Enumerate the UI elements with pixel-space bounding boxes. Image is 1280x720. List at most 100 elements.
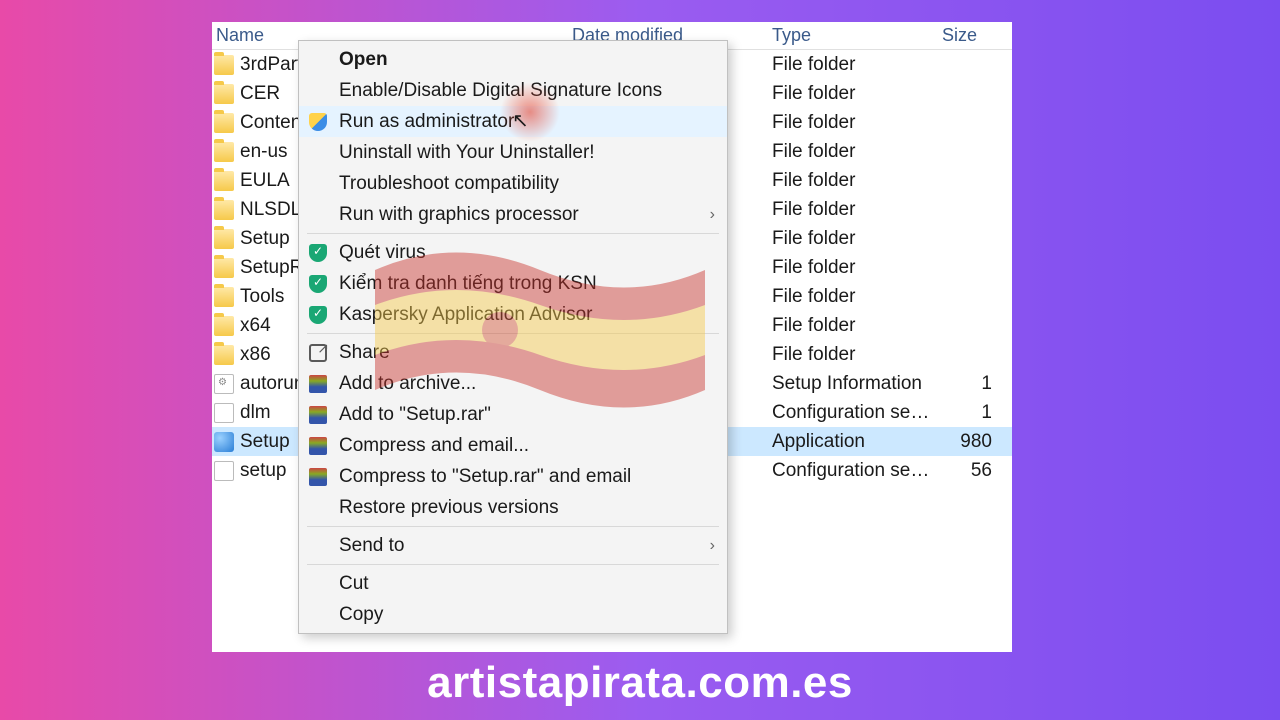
- share-icon: [309, 344, 327, 362]
- type-cell: File folder: [772, 311, 932, 340]
- menu-separator: [307, 564, 719, 565]
- kaspersky-shield-icon: [309, 275, 327, 293]
- menu-troubleshoot-compatibility[interactable]: Troubleshoot compatibility: [299, 168, 727, 199]
- menu-add-archive[interactable]: Add to archive...: [299, 368, 727, 399]
- chevron-right-icon: ›: [710, 206, 715, 224]
- folder-icon: [214, 142, 234, 162]
- file-name: x86: [240, 344, 271, 366]
- menu-run-graphics-processor[interactable]: Run with graphics processor ›: [299, 199, 727, 230]
- folder-icon: [214, 258, 234, 278]
- menu-label: Uninstall with Your Uninstaller!: [339, 142, 715, 164]
- chevron-right-icon: ›: [710, 537, 715, 555]
- file-name: dlm: [240, 402, 271, 424]
- menu-quet-virus[interactable]: Quét virus: [299, 237, 727, 268]
- type-cell: File folder: [772, 79, 932, 108]
- menu-label: Compress and email...: [339, 435, 715, 457]
- type-cell: File folder: [772, 224, 932, 253]
- file-name: CER: [240, 83, 280, 105]
- file-name: EULA: [240, 170, 290, 192]
- file-name: setup: [240, 460, 286, 482]
- menu-compress-email[interactable]: Compress and email...: [299, 430, 727, 461]
- type-cell: Setup Information: [772, 369, 932, 398]
- inf-file-icon: [214, 374, 234, 394]
- menu-label: Run with graphics processor: [339, 204, 700, 226]
- size-cell: 1: [932, 398, 992, 427]
- winrar-icon: [309, 468, 327, 486]
- menu-label: Send to: [339, 535, 700, 557]
- menu-label: Kaspersky Application Advisor: [339, 304, 715, 326]
- menu-send-to[interactable]: Send to ›: [299, 530, 727, 561]
- type-cell: File folder: [772, 282, 932, 311]
- menu-cut[interactable]: Cut: [299, 568, 727, 599]
- folder-icon: [214, 229, 234, 249]
- file-name: autorun: [240, 373, 304, 395]
- file-name: NLSDL: [240, 199, 301, 221]
- column-name-label: Name: [216, 25, 264, 45]
- type-cell: File folder: [772, 137, 932, 166]
- type-cell: File folder: [772, 50, 932, 79]
- menu-add-setup-rar[interactable]: Add to "Setup.rar": [299, 399, 727, 430]
- menu-label: Quét virus: [339, 242, 715, 264]
- folder-icon: [214, 200, 234, 220]
- application-icon: [214, 432, 234, 452]
- folder-icon: [214, 345, 234, 365]
- folder-icon: [214, 84, 234, 104]
- menu-ksn-reputation[interactable]: Kiểm tra danh tiếng trong KSN: [299, 268, 727, 299]
- menu-separator: [307, 526, 719, 527]
- sort-indicator-icon: ˄: [372, 22, 380, 25]
- type-cell: Application: [772, 427, 932, 456]
- type-cell: File folder: [772, 340, 932, 369]
- folder-icon: [214, 316, 234, 336]
- menu-label: Kiểm tra danh tiếng trong KSN: [339, 273, 715, 295]
- file-name: Setup: [240, 431, 290, 453]
- menu-label: Open: [339, 49, 715, 71]
- type-cell: File folder: [772, 195, 932, 224]
- folder-icon: [214, 113, 234, 133]
- cursor-icon: ↖: [512, 108, 529, 133]
- kaspersky-shield-icon: [309, 244, 327, 262]
- menu-label: Troubleshoot compatibility: [339, 173, 715, 195]
- winrar-icon: [309, 437, 327, 455]
- menu-label: Share: [339, 342, 715, 364]
- menu-compress-setup-rar-email[interactable]: Compress to "Setup.rar" and email: [299, 461, 727, 492]
- folder-icon: [214, 55, 234, 75]
- size-cell: 980: [932, 427, 992, 456]
- menu-label: Copy: [339, 604, 715, 626]
- file-name: x64: [240, 315, 271, 337]
- file-name: en-us: [240, 141, 288, 163]
- menu-copy[interactable]: Copy: [299, 599, 727, 630]
- uac-shield-icon: [309, 113, 327, 131]
- file-name: Content: [240, 112, 307, 134]
- size-cell: 56: [932, 456, 992, 485]
- file-name: Setup: [240, 228, 290, 250]
- winrar-icon: [309, 406, 327, 424]
- size-cell: 1: [932, 369, 992, 398]
- menu-uninstall[interactable]: Uninstall with Your Uninstaller!: [299, 137, 727, 168]
- menu-label: Cut: [339, 573, 715, 595]
- type-cell: Configuration sett...: [772, 398, 932, 427]
- menu-label: Compress to "Setup.rar" and email: [339, 466, 715, 488]
- kaspersky-shield-icon: [309, 306, 327, 324]
- menu-kaspersky-advisor[interactable]: Kaspersky Application Advisor: [299, 299, 727, 330]
- menu-label: Restore previous versions: [339, 497, 715, 519]
- column-size[interactable]: Size: [942, 25, 1012, 46]
- winrar-icon: [309, 375, 327, 393]
- menu-separator: [307, 333, 719, 334]
- menu-share[interactable]: Share: [299, 337, 727, 368]
- menu-label: Add to archive...: [339, 373, 715, 395]
- menu-label: Add to "Setup.rar": [339, 404, 715, 426]
- menu-restore-previous-versions[interactable]: Restore previous versions: [299, 492, 727, 523]
- highlight-marker: [500, 82, 560, 142]
- type-size-column: File folder File folder File folder File…: [772, 50, 1012, 485]
- column-type[interactable]: Type: [772, 25, 942, 46]
- type-cell: Configuration sett...: [772, 456, 932, 485]
- config-file-icon: [214, 403, 234, 423]
- type-cell: File folder: [772, 108, 932, 137]
- menu-separator: [307, 233, 719, 234]
- type-cell: File folder: [772, 253, 932, 282]
- file-name: Tools: [240, 286, 284, 308]
- type-cell: File folder: [772, 166, 932, 195]
- footer-watermark: artistapirata.com.es: [0, 658, 1280, 708]
- folder-icon: [214, 287, 234, 307]
- menu-open[interactable]: Open: [299, 44, 727, 75]
